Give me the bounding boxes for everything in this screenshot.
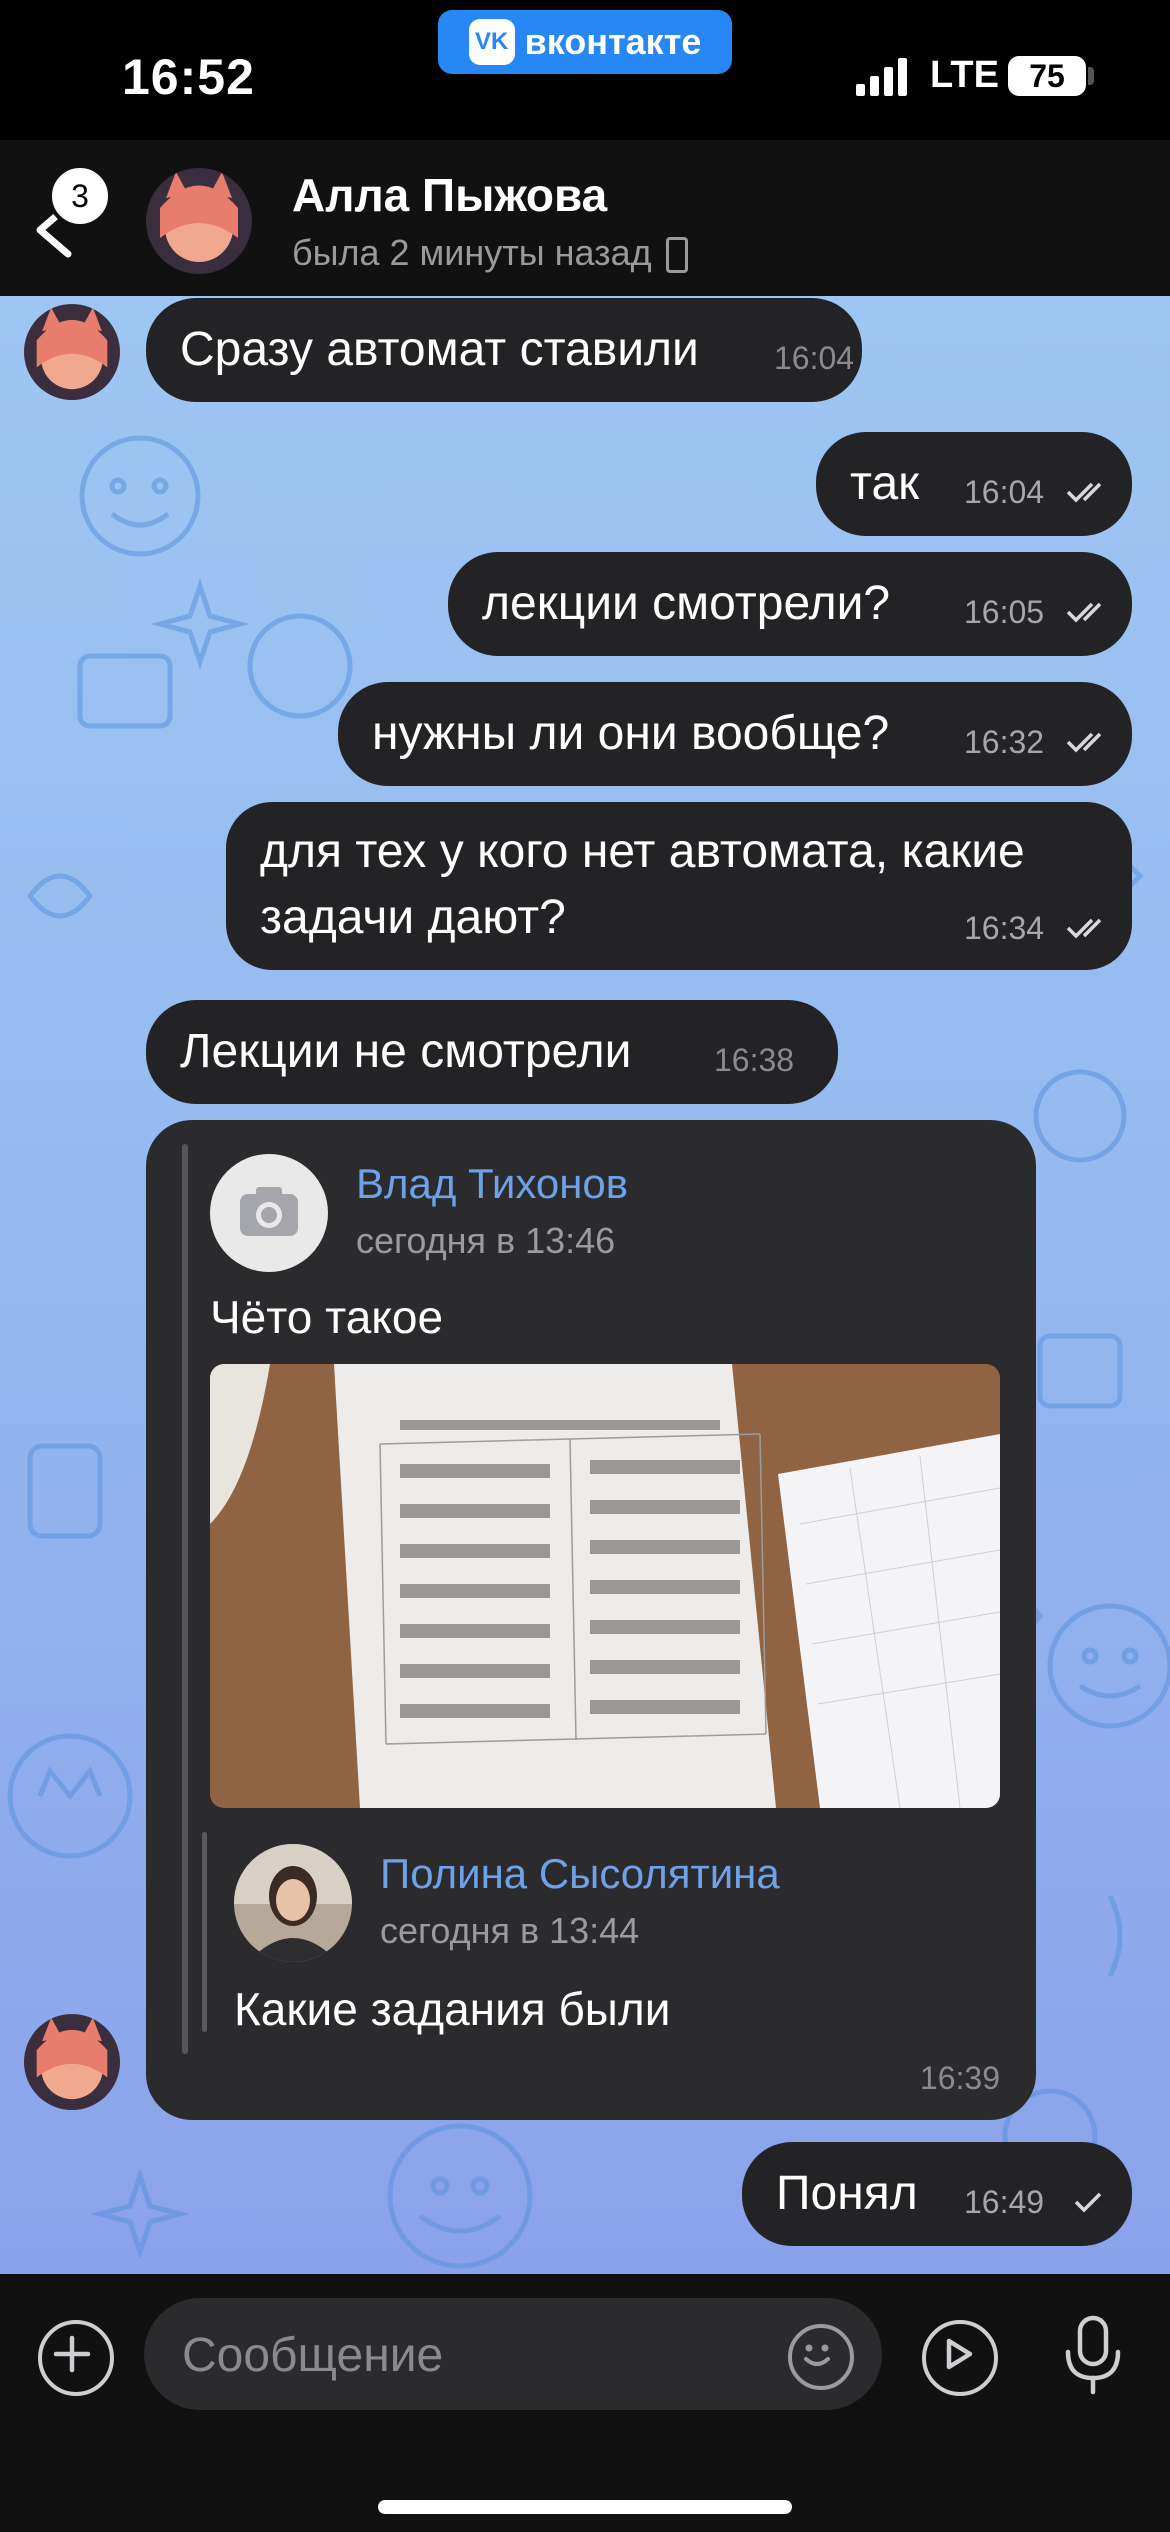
contact-avatar[interactable] (146, 168, 252, 274)
signal-icon (856, 58, 907, 96)
reply-date: сегодня в 13:44 (380, 1910, 640, 1951)
reply-author-name[interactable]: Полина Сысолятина (380, 1850, 780, 1898)
status-bar: 16:52 VK вконтакте LTE 75 (0, 0, 1170, 140)
double-check-icon (1066, 602, 1102, 623)
double-check-icon (1066, 918, 1102, 939)
sender-avatar[interactable] (24, 2014, 120, 2110)
mobile-device-icon (665, 237, 688, 274)
message-text: Лекции не смотрели (180, 1025, 632, 1078)
last-seen-text: была 2 минуты назад (292, 232, 652, 273)
forward-quote-bar (182, 1144, 188, 2054)
double-check-icon (1066, 732, 1102, 753)
reply-text: Какие задания были (234, 1983, 671, 2035)
contact-name[interactable]: Алла Пыжова (292, 168, 607, 222)
video-message-icon[interactable] (922, 2320, 998, 2396)
vk-app-pill[interactable]: VK вконтакте (438, 10, 732, 74)
vk-pill-label: вконтакте (524, 21, 702, 62)
message-time: 16:32 (964, 724, 1045, 760)
vk-logo-icon: VK (468, 19, 515, 65)
forwarded-message-card[interactable]: Влад Тихонов сегодня в 13:46 Чёто такое (146, 1120, 1036, 2120)
message-bubble-incoming[interactable]: Сразу автомат ставили 16:04 (146, 298, 862, 402)
reply-quote-bar (202, 1832, 207, 2032)
message-list[interactable]: Сразу автомат ставили 16:04 так 16:04 ле… (0, 296, 1170, 2274)
message-time: 16:04 (964, 474, 1045, 510)
double-check-icon (1066, 482, 1102, 503)
battery-tip (1088, 67, 1094, 85)
message-time: 16:49 (964, 2184, 1045, 2220)
sender-avatar[interactable] (24, 304, 120, 400)
network-type: LTE (930, 54, 999, 96)
message-text-line2: задачи дают? (260, 891, 566, 944)
message-input[interactable]: Сообщение (144, 2298, 882, 2410)
single-check-icon (1074, 2192, 1102, 2213)
message-time: 16:05 (964, 594, 1045, 630)
message-time: 16:04 (774, 340, 855, 376)
message-text: Сразу автомат ставили (180, 323, 699, 376)
message-text: так (850, 457, 920, 510)
attach-plus-icon[interactable] (38, 2320, 114, 2396)
emoji-icon[interactable] (788, 2324, 854, 2390)
message-bubble-incoming[interactable]: Лекции не смотрели 16:38 (146, 1000, 838, 1104)
chat-header: 3 Алла Пыжова была 2 минуты назад (0, 140, 1170, 296)
message-bubble-outgoing[interactable]: для тех у кого нет автомата, какие задач… (226, 802, 1132, 970)
status-time: 16:52 (122, 49, 255, 105)
battery-icon: 75 (1008, 56, 1086, 96)
forward-author-name[interactable]: Влад Тихонов (356, 1160, 628, 1208)
camera-icon (240, 1187, 298, 1236)
message-input-placeholder: Сообщение (182, 2329, 444, 2382)
message-bubble-outgoing[interactable]: так 16:04 (816, 432, 1132, 536)
message-time: 16:34 (964, 910, 1045, 946)
reply-author-avatar[interactable] (234, 1844, 352, 1962)
contact-status: была 2 минуты назад (292, 232, 688, 274)
message-bubble-outgoing[interactable]: Понял 16:49 (742, 2142, 1132, 2246)
message-time: 16:38 (714, 1042, 795, 1078)
message-text: Понял (776, 2167, 918, 2220)
message-text-line1: для тех у кого нет автомата, какие (260, 825, 1025, 878)
attached-photo[interactable] (210, 1364, 1000, 1808)
message-time: 16:39 (919, 2060, 1000, 2096)
message-bubble-outgoing[interactable]: лекции смотрели? 16:05 (448, 552, 1132, 656)
microphone-icon[interactable] (1058, 2314, 1128, 2396)
message-bubble-outgoing[interactable]: нужны ли они вообще? 16:32 (338, 682, 1132, 786)
message-text: нужны ли они вообще? (372, 707, 890, 760)
forward-text: Чёто такое (210, 1291, 444, 1343)
home-indicator (378, 2500, 792, 2514)
composer-bar: Сообщение (0, 2274, 1170, 2532)
message-text: лекции смотрели? (482, 577, 891, 630)
forward-author-avatar[interactable] (210, 1154, 328, 1272)
forward-date: сегодня в 13:46 (356, 1220, 616, 1261)
unread-badge: 3 (48, 164, 112, 228)
